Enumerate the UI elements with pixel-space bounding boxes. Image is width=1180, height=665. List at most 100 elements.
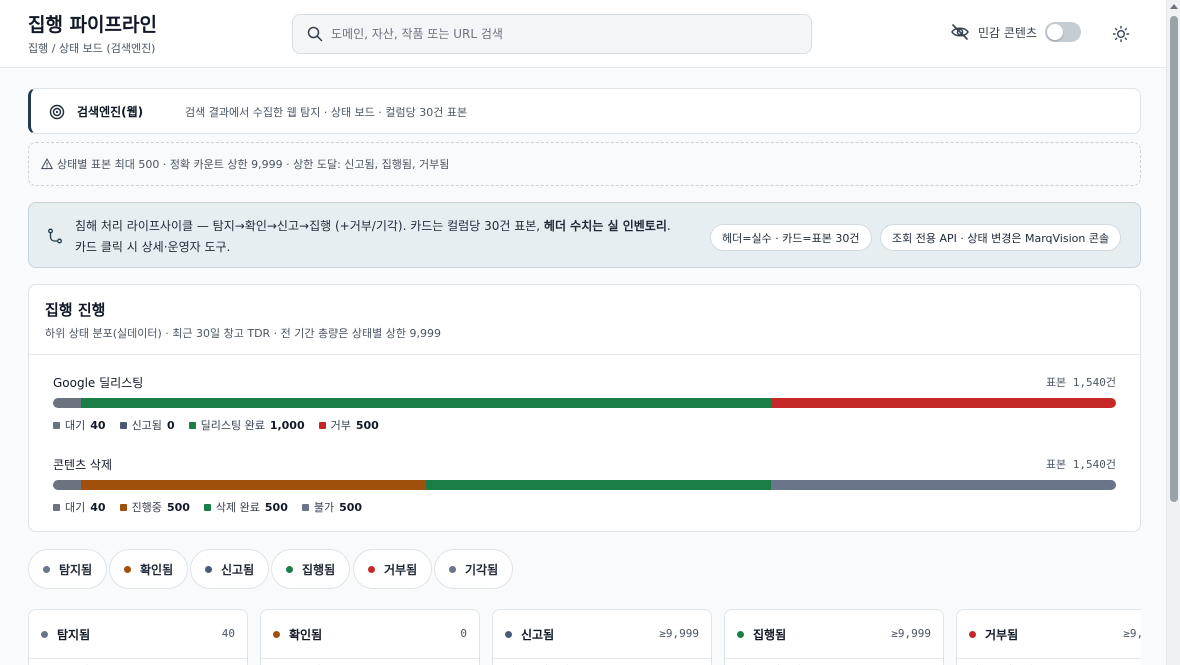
scroll-up-arrow[interactable] [1170, 4, 1178, 9]
column-title: 탐지됨 [57, 628, 91, 642]
bar-segment [80, 480, 426, 490]
toggle-knob [1047, 24, 1064, 40]
legend-item: 불가 500 [301, 499, 362, 515]
scroll-thumb[interactable] [1170, 16, 1178, 502]
search-box[interactable] [292, 14, 812, 54]
legend-swatch [119, 421, 127, 429]
divider [29, 354, 1140, 355]
legend-item: 거부 500 [318, 417, 379, 433]
column-title: 신고됨 [521, 628, 555, 642]
sun-icon [1112, 25, 1130, 43]
status-dot [124, 565, 131, 573]
legend-count: 0 [166, 418, 175, 432]
lifecycle-emphasis: 헤더 수치는 실 인벤토리 [543, 219, 667, 233]
legend-count: 500 [264, 500, 288, 514]
source-description: 검색 결과에서 수집한 웹 탐지 · 상태 보드 · 컬럼당 30건 표본 [185, 106, 468, 119]
status-dot [41, 631, 48, 638]
status-dot [737, 631, 744, 638]
page-title: 집행 파이프라인 [28, 14, 157, 36]
eye-off-icon [950, 22, 970, 42]
status-dot [205, 565, 212, 573]
column-header: 탐지됨 [41, 626, 90, 643]
theme-toggle-button[interactable] [1112, 25, 1130, 43]
legend-label: 딜리스팅 완료 [200, 419, 265, 432]
breadcrumb: 집행 / 상태 보드 (검색엔진) [28, 42, 156, 55]
column-count: ≥9,999 [659, 627, 699, 640]
scrollbar[interactable] [1166, 0, 1180, 665]
legend-delisting: 대기 40 신고됨 0 딜리스팅 완료 1,000 거부 500 [53, 417, 393, 433]
enforcement-progress-card: 집행 진행 하위 상태 분포(실데이터) · 최근 30일 창고 TDR · 전… [28, 284, 1141, 532]
filter-chip[interactable]: 거부됨 [353, 549, 433, 589]
legend-item: 대기 40 [53, 417, 106, 433]
legend-swatch [203, 503, 211, 511]
track-name-takedown: 콘텐츠 삭제 [53, 458, 113, 472]
column-header: 거부됨 [969, 626, 1018, 643]
legend-swatch [318, 421, 326, 429]
sample-limit-notice: 상태별 표본 최대 500 · 정확 카운트 상한 9,999 · 상한 도달:… [28, 142, 1141, 186]
source-name: 검색엔진(웹) [77, 105, 144, 119]
legend-swatch [119, 503, 127, 511]
kanban-column: 탐지됨40표본 30건 [28, 609, 248, 665]
legend-item: 진행중 500 [119, 499, 190, 515]
route-icon [47, 228, 63, 244]
track-name-delisting: Google 딜리스팅 [53, 376, 144, 390]
legend-count: 500 [355, 418, 379, 432]
column-count: 0 [460, 627, 467, 640]
lifecycle-hint: 카드 클릭 시 상세·운영자 도구. [75, 240, 231, 254]
filter-chip[interactable]: 탐지됨 [28, 549, 108, 589]
column-header: 확인됨 [273, 626, 322, 643]
status-dot [273, 631, 280, 638]
column-header: 신고됨 [505, 626, 554, 643]
bar-segment [80, 398, 771, 408]
legend-item: 딜리스팅 완료 1,000 [188, 417, 305, 433]
bar-segment [53, 398, 81, 408]
divider [493, 658, 711, 659]
filter-chip-label: 신고됨 [221, 562, 255, 577]
lifecycle-suffix: . [666, 219, 671, 233]
sensitive-content-control: 민감 콘텐츠 [950, 22, 1082, 42]
filter-chip[interactable]: 확인됨 [109, 549, 189, 589]
track-total-takedown: 표본 1,540건 [1045, 458, 1116, 471]
filter-chip[interactable]: 신고됨 [190, 549, 270, 589]
column-count: ≥9,999 [1123, 627, 1141, 640]
bar-segment [425, 480, 771, 490]
warning-icon [41, 158, 53, 170]
lifecycle-info: 침해 처리 라이프사이클 — 탐지→확인→신고→집행 (+거부/기각). 카드는… [28, 202, 1141, 268]
legend-label: 신고됨 [131, 419, 162, 432]
legend-swatch [301, 503, 309, 511]
progress-bar-delisting [53, 398, 1116, 408]
filter-chip-label: 거부됨 [384, 562, 418, 577]
kanban-column: 집행됨≥9,999비교 불가 · 상한 [724, 609, 944, 665]
status-dot [969, 631, 976, 638]
bar-segment [53, 480, 81, 490]
status-dot [286, 565, 293, 573]
filter-chip[interactable]: 집행됨 [271, 549, 351, 589]
legend-label: 대기 [65, 419, 86, 432]
status-dot [449, 565, 456, 573]
divider [957, 658, 1141, 659]
header-card-legend-pill: 헤더=실수 · 카드=표본 30건 [710, 224, 872, 251]
legend-swatch [53, 503, 60, 511]
legend-label: 불가 [313, 501, 335, 514]
legend-count: 500 [166, 500, 190, 514]
kanban-column: 확인됨0표본 30건 [260, 609, 480, 665]
legend-count: 40 [90, 418, 106, 432]
sensitive-content-label: 민감 콘텐츠 [978, 25, 1038, 40]
legend-swatch [188, 421, 196, 429]
divider [725, 658, 943, 659]
column-title: 거부됨 [985, 628, 1019, 642]
legend-label: 거부 [330, 419, 351, 432]
filter-chip-label: 집행됨 [302, 562, 336, 577]
column-count: ≥9,999 [891, 627, 931, 640]
column-count: 40 [221, 627, 235, 640]
search-input[interactable] [331, 27, 771, 41]
sensitive-content-toggle[interactable] [1045, 22, 1082, 42]
legend-takedown: 대기 40 진행중 500 삭제 완료 500 불가 500 [53, 499, 376, 515]
app-header: 집행 파이프라인 집행 / 상태 보드 (검색엔진) 민감 콘텐츠 [0, 0, 1166, 68]
filter-chip[interactable]: 기각됨 [434, 549, 514, 589]
bar-segment [770, 398, 1116, 408]
filter-chip-label: 탐지됨 [59, 562, 93, 577]
filter-chip-label: 기각됨 [465, 562, 499, 577]
legend-label: 대기 [65, 501, 86, 514]
legend-item: 신고됨 0 [119, 417, 175, 433]
